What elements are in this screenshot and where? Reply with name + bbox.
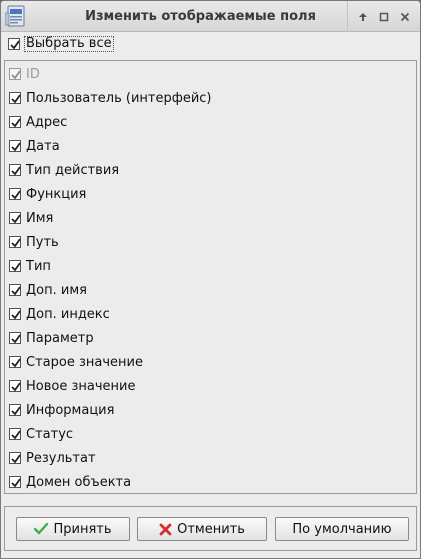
field-checkbox[interactable] [9,476,21,488]
field-row[interactable]: Параметр [9,329,94,347]
field-label: Новое значение [26,378,136,394]
field-checkbox[interactable] [9,428,21,440]
field-checkbox [9,68,21,80]
field-row[interactable]: Функция [9,185,86,203]
maximize-icon[interactable] [375,8,393,26]
field-checkbox[interactable] [9,284,21,296]
field-checkbox[interactable] [9,260,21,272]
field-label: Домен объекта [26,474,132,490]
title-bar[interactable]: Изменить отображаемые поля [1,1,420,32]
field-label: Доп. имя [26,282,87,298]
field-label: Тип [26,258,51,274]
field-checkbox[interactable] [9,212,21,224]
field-checkbox[interactable] [9,308,21,320]
field-row[interactable]: Статус [9,425,73,443]
field-row[interactable]: Путь [9,233,59,251]
button-bar: Принять Отменить По умолчанию [4,506,417,551]
field-label: Статус [26,426,74,442]
field-row[interactable]: Пользователь (интерфейс) [9,89,212,107]
field-label: Функция [26,186,87,202]
field-label: Пользователь (интерфейс) [26,90,212,106]
field-checkbox[interactable] [9,236,21,248]
field-row[interactable]: Информация [9,401,114,419]
field-checkbox[interactable] [9,356,21,368]
default-button[interactable]: По умолчанию [275,517,409,541]
field-label: Параметр [26,330,94,346]
field-row[interactable]: Тип [9,257,51,275]
accept-button[interactable]: Принять [16,517,130,541]
field-row[interactable]: Тип действия [9,161,119,179]
dialog-window: Изменить отображаемые поля Выбрать все I… [0,0,421,559]
cancel-label: Отменить [177,521,245,537]
check-icon [34,523,49,535]
field-row[interactable]: Доп. индекс [9,305,110,323]
field-label: Дата [26,138,60,154]
close-icon[interactable] [396,8,414,26]
field-checkbox[interactable] [9,380,21,392]
pin-up-icon[interactable] [354,8,372,26]
field-label: Старое значение [26,354,143,370]
checkbox-checked-icon[interactable] [8,38,20,50]
field-label: Тип действия [26,162,120,178]
field-row[interactable]: Имя [9,209,53,227]
field-checkbox[interactable] [9,116,21,128]
field-row[interactable]: Результат [9,449,96,467]
field-checkbox[interactable] [9,92,21,104]
field-label: Имя [26,210,54,226]
default-label: По умолчанию [292,521,392,537]
field-checkbox[interactable] [9,188,21,200]
field-checkbox[interactable] [9,332,21,344]
field-label: Результат [26,450,96,466]
field-checkbox[interactable] [9,404,21,416]
select-all-label: Выбрать все [24,36,114,52]
field-checkbox[interactable] [9,164,21,176]
accept-label: Принять [53,521,112,537]
window-controls [347,1,420,32]
field-row[interactable]: Старое значение [9,353,143,371]
field-label: Адрес [26,114,68,130]
field-label: Путь [26,234,59,250]
red-x-icon [159,523,172,536]
select-all-checkbox[interactable]: Выбрать все [8,36,114,52]
cancel-button[interactable]: Отменить [137,517,267,541]
field-label: Информация [26,402,115,418]
field-label: Доп. индекс [26,306,110,322]
field-row[interactable]: Домен объекта [9,473,131,491]
field-row: ID [9,65,40,83]
field-row[interactable]: Дата [9,137,60,155]
field-row[interactable]: Новое значение [9,377,135,395]
fields-list: ID Пользователь (интерфейс) Адрес Дата Тип д… [4,60,417,494]
field-checkbox[interactable] [9,140,21,152]
field-checkbox[interactable] [9,452,21,464]
field-row[interactable]: Доп. имя [9,281,87,299]
field-row[interactable]: Адрес [9,113,67,131]
field-label: ID [26,66,40,82]
